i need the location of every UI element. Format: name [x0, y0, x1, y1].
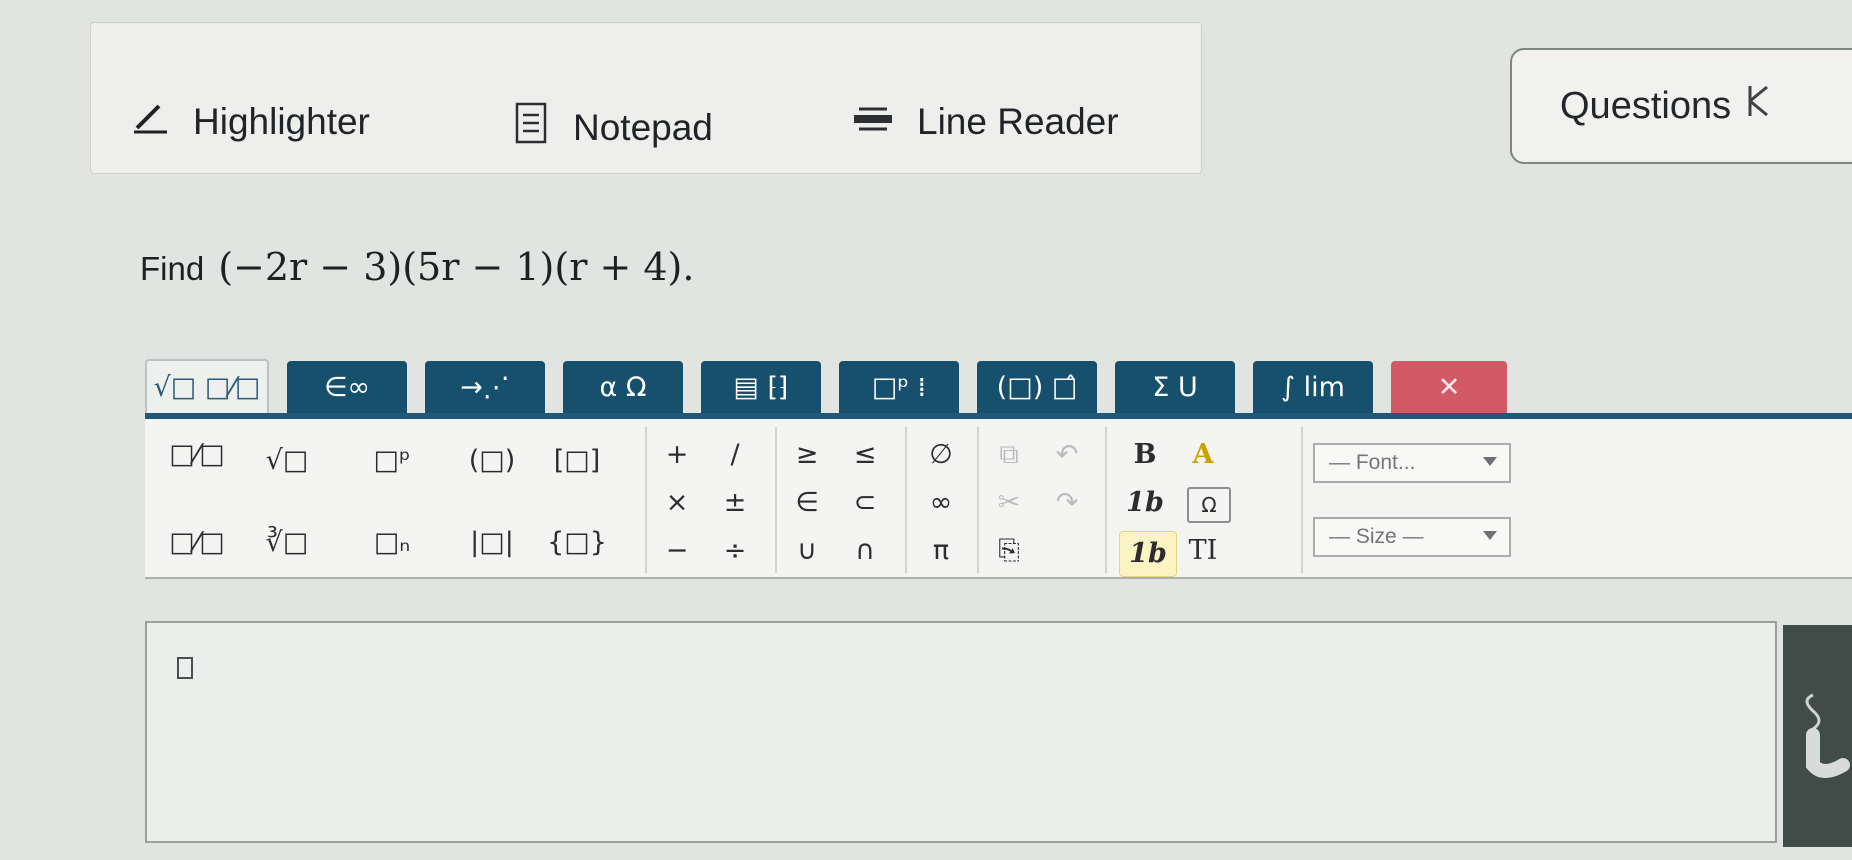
questions-button[interactable]: Questions: [1510, 48, 1852, 164]
absolute-value-button[interactable]: |□|: [460, 527, 524, 558]
less-equal-button[interactable]: ≤: [833, 439, 897, 470]
tab-calculus[interactable]: ∫ lim: [1253, 361, 1373, 413]
palette-group-structures: □⁄□ √□ □ᵖ (□) [□] □⁄□ ∛□ □ₙ |□| {□}: [145, 427, 647, 573]
page: Highlighter Notepad Line Reader Question…: [0, 0, 1852, 860]
scroll-handle-icon: [1805, 693, 1850, 778]
greater-equal-button[interactable]: ≥: [775, 439, 839, 470]
cut-button[interactable]: ✂: [977, 487, 1041, 518]
pi-button[interactable]: π: [909, 535, 973, 566]
tab-arrows[interactable]: →⋰: [425, 361, 545, 413]
palette-group-operators: + / × ± − ÷: [645, 427, 777, 573]
subset-button[interactable]: ⊂: [833, 487, 897, 518]
bold-button[interactable]: B: [1113, 439, 1177, 470]
input-placeholder-box: [177, 657, 193, 679]
obelus-button[interactable]: ÷: [703, 535, 767, 566]
subscript-button[interactable]: □ₙ: [360, 527, 424, 558]
tab-close-button[interactable]: ✕: [1391, 361, 1507, 413]
infinity-button[interactable]: ∞: [909, 487, 973, 518]
size-select-value: — Size —: [1329, 525, 1424, 548]
tab-matrix[interactable]: ▤ ⁅⁆: [701, 361, 821, 413]
tab-greek[interactable]: α Ω: [563, 361, 683, 413]
empty-set-button[interactable]: ∅: [909, 439, 973, 470]
tools-bar: Highlighter Notepad Line Reader: [90, 22, 1202, 174]
brackets-button[interactable]: [□]: [545, 445, 609, 476]
times-button[interactable]: ×: [645, 487, 709, 518]
questions-label: Questions: [1560, 84, 1732, 127]
braces-button[interactable]: {□}: [545, 527, 609, 558]
chevron-down-icon: [1483, 457, 1497, 466]
equation-editor: √□ □⁄□ ∈∞ →⋰ α Ω ▤ ⁅⁆ □ᵖ ⁞ (□) □̂ Σ U ∫ …: [145, 355, 1852, 847]
chevron-down-icon: [1483, 531, 1497, 540]
highlighter-label: Highlighter: [193, 101, 370, 142]
element-of-button[interactable]: ∈: [775, 487, 839, 518]
side-panel-strip: [1783, 625, 1852, 847]
question-prompt: Find (−2r − 3)(5r − 1)(r + 4).: [140, 245, 694, 289]
notepad-label: Notepad: [573, 106, 713, 148]
redo-button[interactable]: ↷: [1035, 487, 1099, 518]
size-select[interactable]: — Size —: [1313, 517, 1511, 557]
special-char-button[interactable]: Ω: [1187, 487, 1231, 523]
tab-big-operators[interactable]: Σ U: [1115, 361, 1235, 413]
nth-root-button[interactable]: ∛□: [255, 527, 319, 558]
highlighter-button[interactable]: Highlighter: [131, 101, 370, 143]
notepad-button[interactable]: Notepad: [511, 101, 713, 154]
text-mode-button[interactable]: TI: [1171, 535, 1235, 566]
sqrt-button[interactable]: √□: [255, 445, 319, 476]
tab-math[interactable]: √□ □⁄□: [145, 359, 269, 413]
font-select-value: — Font...: [1329, 451, 1416, 474]
palette-group-format: B A 1b Ω 1b TI: [1105, 427, 1303, 577]
question-expression: (−2r − 3)(5r − 1)(r + 4).: [218, 245, 695, 289]
palette-group-edit: ⧉ ↶ ✂ ↷ ⎘: [977, 427, 1107, 573]
mixed-fraction-button[interactable]: □⁄□: [165, 527, 229, 558]
palette-group-relations: ≥ ≤ ∈ ⊂ ∪ ∩: [775, 427, 907, 573]
tab-scripts[interactable]: □ᵖ ⁞: [839, 361, 959, 413]
undo-button[interactable]: ↶: [1035, 439, 1099, 470]
tab-sets[interactable]: ∈∞: [287, 361, 407, 413]
font-style-button[interactable]: 1b: [1119, 531, 1177, 577]
union-button[interactable]: ∪: [775, 535, 839, 566]
text-color-button[interactable]: A: [1171, 439, 1235, 470]
k-arrow-icon: [1745, 83, 1771, 129]
minus-button[interactable]: −: [645, 535, 709, 566]
font-select[interactable]: — Font...: [1313, 443, 1511, 483]
italic-style-button[interactable]: 1b: [1113, 487, 1177, 518]
intersection-button[interactable]: ∩: [833, 535, 897, 566]
line-reader-button[interactable]: Line Reader: [851, 101, 1119, 143]
plus-button[interactable]: +: [645, 439, 709, 470]
answer-input-area[interactable]: [145, 621, 1777, 843]
palette-group-constants: ∅ ∞ π: [905, 427, 979, 573]
line-reader-icon: [851, 101, 895, 143]
paste-button[interactable]: ⎘: [977, 535, 1041, 567]
symbol-palette: □⁄□ √□ □ᵖ (□) [□] □⁄□ ∛□ □ₙ |□| {□} + / …: [145, 419, 1852, 579]
superscript-button[interactable]: □ᵖ: [360, 445, 424, 476]
line-reader-label: Line Reader: [917, 101, 1119, 142]
tab-decorations[interactable]: (□) □̂: [977, 361, 1097, 413]
parentheses-button[interactable]: (□): [460, 445, 524, 476]
editor-tabs: √□ □⁄□ ∈∞ →⋰ α Ω ▤ ⁅⁆ □ᵖ ⁞ (□) □̂ Σ U ∫ …: [145, 355, 1852, 413]
question-prefix: Find: [140, 250, 205, 287]
plus-minus-button[interactable]: ±: [703, 487, 767, 518]
fraction-button[interactable]: □⁄□: [165, 439, 229, 470]
notepad-icon: [511, 101, 551, 154]
copy-button[interactable]: ⧉: [977, 439, 1041, 471]
pencil-icon: [131, 101, 171, 143]
divide-slash-button[interactable]: /: [703, 439, 767, 470]
